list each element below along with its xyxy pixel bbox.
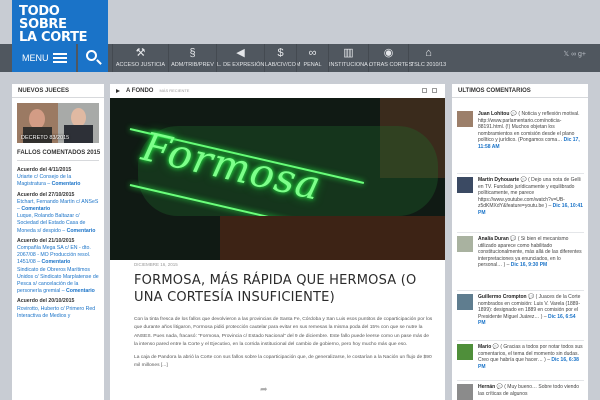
logo-line-2: LA CORTE (19, 30, 88, 45)
nav-label: INSTITUCIONAL (329, 62, 371, 68)
main-navbar: MENU ⚒ ACCESO JUSTICIA § ADM/TRIB/PREV ◀ L. D… (0, 44, 600, 72)
hamburger-icon (53, 53, 67, 63)
fallo-case-link[interactable]: Rovirotto, Huberto c/ Primero Red Intera… (17, 306, 95, 319)
megaphone-icon: ◀ (236, 47, 245, 59)
comment-author[interactable]: Martín Dyhouarte (478, 177, 519, 183)
fallo-entry[interactable]: Etchart, Fernando Martín c/ ANSeS – Come… (17, 199, 99, 213)
fallo-entry[interactable]: Compañía Mega SA c/ EN - dto. 2067/08 - … (17, 245, 99, 267)
prev-arrow-icon[interactable] (422, 88, 427, 93)
building-icon: ▥ (343, 47, 354, 59)
section-subtitle: MÁS RECIENTE (159, 88, 190, 93)
social-icons[interactable]: 𝕏 ∞ g+ (563, 50, 586, 58)
nav-item-lab-civ-com[interactable]: $ LAB/CIV/COM (264, 44, 301, 72)
post-excerpt: Con la tinta fresca de los fallos que de… (134, 316, 434, 374)
nav-label: ADM/TRIB/PREV (171, 62, 214, 68)
top-bar: TODO SOBRE LA CORTE (0, 0, 600, 44)
fallos-title: FALLOS COMENTADOS 2015 (17, 150, 101, 156)
fallo-comment-link[interactable]: Comentario (52, 181, 81, 187)
right-sidebar: ULTIMOS COMENTARIOS Juan Lohitou 💬 ( Not… (452, 84, 588, 400)
avatar[interactable] (457, 344, 473, 360)
nav-label: PENAL (303, 62, 322, 68)
logo-line-1: TODO SOBRE (19, 4, 67, 32)
nav-label: ACCESO JUSTICIA (115, 62, 166, 68)
nav-item-otras-cortes[interactable]: ◉ OTRAS CORTES (368, 44, 413, 72)
section-header: A FONDO MÁS RECIENTE (110, 84, 445, 98)
left-sidebar: NUEVOS JUECES DECRETO 83/2015 FALLOS COM… (12, 84, 104, 400)
comment-author[interactable]: Juan Lohitou (478, 111, 509, 117)
globe-icon: ◉ (383, 47, 394, 59)
nav-item-l-de-expresi-n[interactable]: ◀ L. DE EXPRESIÓN (216, 44, 264, 72)
nav-item-tslc-2010-13[interactable]: ⌂ TSLC 2010/13 (408, 44, 448, 72)
avatar[interactable] (457, 384, 473, 400)
avatar[interactable] (457, 177, 473, 193)
nav-item-institucional[interactable]: ▥ INSTITUCIONAL (328, 44, 371, 72)
share-icon[interactable]: ➦ (260, 384, 274, 394)
site-logo[interactable]: TODO SOBRE LA CORTE (12, 0, 108, 44)
post-date: DICIEMBRE 16, 2015 (134, 262, 178, 267)
nav-label: L. DE EXPRESIÓN (217, 62, 265, 68)
comment-author[interactable]: Guillermo Crompton (478, 294, 527, 300)
avatar[interactable] (457, 294, 473, 310)
search-icon (86, 50, 97, 61)
fallo-date: Acuerdo del 20/10/2015 (17, 298, 75, 305)
featured-photo[interactable]: Formosa (110, 98, 445, 260)
post-title[interactable]: FORMOSA, MÁS RÁPIDA QUE HERMOSA (O UNA C… (134, 272, 434, 306)
post-paragraph-2: La caja de Pandora la abrió la Corte con… (134, 354, 432, 369)
comment-author[interactable]: Mario (478, 344, 491, 350)
fallo-entry[interactable]: Luque, Rolando Baltazar c/ Sociedad del … (17, 213, 99, 235)
fallo-comment-link[interactable]: Comentario (66, 288, 95, 294)
next-arrow-icon[interactable] (432, 88, 437, 93)
gavel-icon: ⚒ (135, 47, 146, 59)
menu-label: MENU (22, 53, 49, 63)
new-judges-photo[interactable]: DECRETO 83/2015 (17, 103, 99, 143)
section-title: A FONDO (126, 88, 154, 94)
search-button[interactable] (78, 44, 108, 72)
fallo-comment-link[interactable]: Comentario (21, 206, 50, 212)
judges-caption: DECRETO 83/2015 (21, 135, 70, 141)
nav-label: LAB/CIV/COM (265, 62, 301, 68)
fallo-comment-link[interactable]: Comentario (67, 228, 96, 234)
car-icon: ⌂ (425, 47, 432, 59)
post-paragraph-1: Con la tinta fresca de los fallos que de… (134, 317, 433, 348)
money-icon: $ (277, 47, 284, 59)
fallo-date: Acuerdo del 21/10/2015 (17, 237, 75, 244)
nav-item-penal[interactable]: ∞ PENAL (296, 44, 328, 72)
fallos-list: Acuerdo del 4/11/2015 Uriarte c/ Consejo … (17, 164, 99, 320)
fallo-comment-link[interactable]: Comentario (42, 259, 71, 265)
comment-date-link[interactable]: Dic 16, 9:30 PM (511, 262, 547, 268)
nav-item-adm-trib-prev[interactable]: § ADM/TRIB/PREV (168, 44, 216, 72)
fallo-entry[interactable]: Uriarte c/ Consejo de la Magistratura – … (17, 174, 99, 188)
fallo-entry[interactable]: Sindicato de Obreros Marítimos Unidos c/… (17, 267, 99, 296)
nav-label: TSLC 2010/13 (410, 62, 447, 68)
comment-author[interactable]: Analía Duran (478, 236, 509, 242)
new-judges-title: NUEVOS JUECES (12, 84, 104, 98)
comments-title: ULTIMOS COMENTARIOS (452, 84, 588, 98)
fallo-date: Acuerdo del 27/10/2015 (17, 191, 75, 198)
comment-author[interactable]: Hernán (478, 384, 495, 390)
avatar[interactable] (457, 236, 473, 252)
nav-item-acceso-justicia[interactable]: ⚒ ACCESO JUSTICIA (112, 44, 168, 72)
play-icon (116, 89, 120, 93)
fallo-entry[interactable]: Rovirotto, Huberto c/ Primero Red Intera… (17, 306, 99, 320)
main-content: A FONDO MÁS RECIENTE Formosa DICIEMBRE 16… (110, 84, 445, 400)
section-icon: § (189, 47, 196, 59)
nav-label: OTRAS CORTES (369, 62, 413, 68)
fallo-date: Acuerdo del 4/11/2015 (17, 167, 72, 173)
menu-button[interactable]: MENU (12, 44, 76, 72)
avatar[interactable] (457, 111, 473, 127)
handcuffs-icon: ∞ (308, 47, 317, 59)
